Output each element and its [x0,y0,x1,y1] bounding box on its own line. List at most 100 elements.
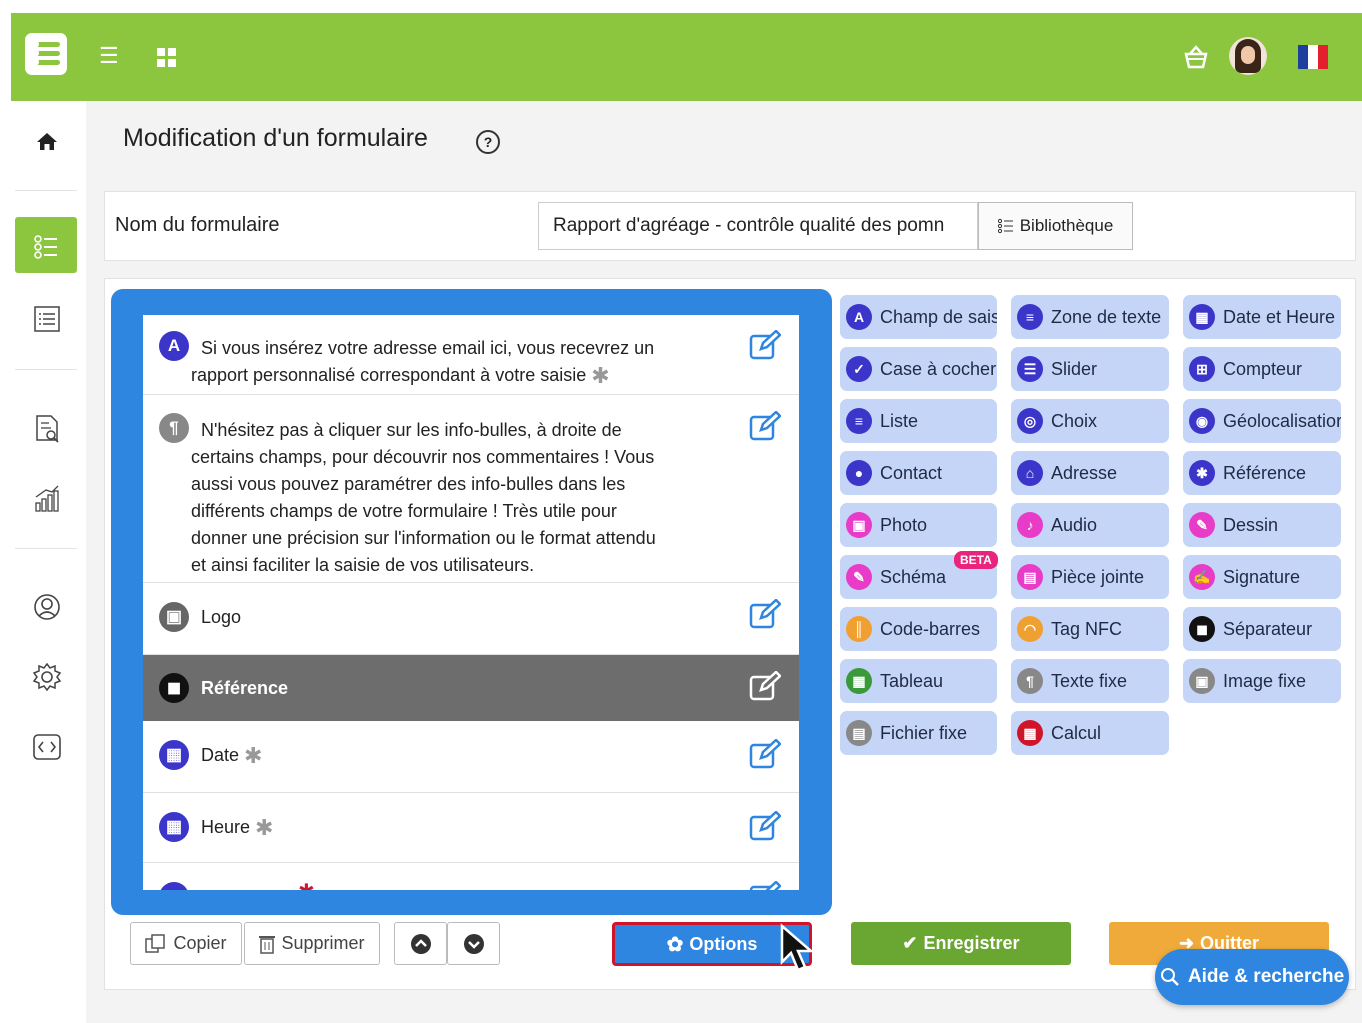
palette-item[interactable]: ◉ Géolocalisatior [1183,399,1341,443]
palette-item-label: Champ de saisi [880,306,997,327]
home-icon[interactable] [11,129,84,153]
library-button[interactable]: Bibliothèque [978,202,1133,250]
field-label-line: certains champs, pour découvrir nos comm… [191,447,655,467]
field-label-line: Si vous insérez votre adresse email ici,… [201,338,655,358]
palette-item[interactable]: ♪ Audio [1011,503,1169,547]
edit-icon[interactable] [749,811,781,841]
palette-item[interactable]: ▦ Tableau [840,659,997,703]
palette-item-label: Date et Heure [1223,306,1336,327]
palette-item[interactable]: ◼ Séparateur [1183,607,1341,651]
edit-icon[interactable] [749,330,781,360]
document-list-icon[interactable] [11,306,84,332]
save-button[interactable]: ✔ Enregistrer [851,922,1071,965]
field-label-line: N'hésitez pas à cliquer sur les info-bul… [201,420,622,440]
field-label-line: donner une précision sur l'information o… [191,528,656,548]
chevron-down-icon [463,933,484,954]
trash-icon [259,935,276,954]
palette-item[interactable]: ✱ Référence [1183,451,1341,495]
palette-item-label: Référence [1223,462,1307,483]
palette-item-label: Choix [1051,410,1098,431]
delete-button[interactable]: Supprimer [244,922,380,965]
field-row-email[interactable]: A Si vous insérez votre adresse email ic… [143,315,799,395]
field-row-reference[interactable]: ◼ Référence [143,655,799,721]
copy-icon [145,933,166,953]
page-title: Modification d'un formulaire [123,124,428,152]
field-row-logo[interactable]: ▣ Logo [143,583,799,655]
palette-item[interactable]: ≡ Zone de texte [1011,295,1169,339]
palette-item-icon: ▦ [846,668,872,694]
palette-item[interactable]: ⊞ Compteur [1183,347,1341,391]
basket-icon[interactable] [1183,45,1209,69]
field-row-text-info[interactable]: ¶ N'hésitez pas à cliquer sur les info-b… [143,395,799,583]
palette-item[interactable]: ║ Code-barres [840,607,997,651]
field-label-line: différents champs de votre formulaire ! … [191,501,617,521]
field-list[interactable]: A Si vous insérez votre adresse email ic… [143,315,799,890]
field-label: Date ✱ [201,742,262,769]
palette-item[interactable]: ▦ Date et Heure [1183,295,1341,339]
user-avatar[interactable] [1229,37,1267,75]
palette-item[interactable]: ▦ Calcul [1011,711,1169,755]
report-search-icon[interactable] [11,415,84,443]
palette-item[interactable]: ≡ Liste [840,399,997,443]
app-logo-icon[interactable] [25,33,67,75]
palette-item[interactable]: ✎ Dessin [1183,503,1341,547]
palette-item-icon: ◼ [1189,616,1215,642]
field-row-partial[interactable]: ✱ [143,863,799,890]
image-icon: ▣ [159,602,189,632]
field-row-date[interactable]: ▦ Date ✱ [143,721,799,793]
palette-item-label: Adresse [1051,462,1118,483]
help-search-label: Aide & recherche [1187,966,1345,987]
palette-item-icon: ☰ [1017,356,1043,382]
palette-item-icon: ║ [846,616,872,642]
check-icon: ✔ [902,933,918,953]
field-label-line: et ainsi faciliter la saisie de vos util… [191,555,535,575]
edit-icon[interactable] [749,411,781,441]
help-search-button[interactable]: Aide & recherche [1155,949,1349,1005]
required-asterisk: ✱ [244,743,263,768]
palette-item[interactable]: ▣ Image fixe [1183,659,1341,703]
move-up-button[interactable] [394,922,447,965]
edit-icon[interactable] [749,599,781,629]
field-label-text: Heure [201,817,251,837]
library-button-label: Bibliothèque [1019,216,1114,235]
field-row-time[interactable]: ▦ Heure ✱ [143,793,799,863]
palette-item-label: Dessin [1223,514,1279,535]
copy-button[interactable]: Copier [130,922,242,965]
paragraph-icon: ¶ [159,413,189,443]
chevron-up-icon [410,933,431,954]
palette-item[interactable]: ☰ Slider [1011,347,1169,391]
grid-icon[interactable] [157,48,177,68]
form-name-input[interactable]: Rapport d'agréage - contrôle qualité des… [538,202,978,250]
palette-item-label: Tableau [880,670,944,691]
list-icon [997,218,1013,234]
help-icon[interactable]: ? [476,130,500,154]
palette-item[interactable]: ✍ Signature [1183,555,1341,599]
palette-item[interactable]: ▤ Fichier fixe [840,711,997,755]
move-down-button[interactable] [447,922,500,965]
statistics-icon[interactable] [11,485,84,513]
palette-item-label: Slider [1051,358,1098,379]
edit-icon[interactable] [749,739,781,769]
palette-item[interactable]: ⌂ Adresse [1011,451,1169,495]
palette-item[interactable]: ◠ Tag NFC [1011,607,1169,651]
palette-item-icon: ⊞ [1189,356,1215,382]
palette-item[interactable]: ¶ Texte fixe [1011,659,1169,703]
french-flag-icon[interactable] [1298,45,1328,69]
palette-item[interactable]: A Champ de saisi [840,295,997,339]
edit-icon[interactable] [749,881,781,890]
palette-item[interactable]: ✓ Case à cocher [840,347,997,391]
palette-item[interactable]: ▤ Pièce jointe [1011,555,1169,599]
field-label-line: rapport personnalisé correspondant à vot… [191,365,587,385]
forms-list-icon [34,235,57,259]
settings-gear-icon[interactable] [11,663,84,691]
palette-item-label: Signature [1223,566,1301,587]
hamburger-menu-icon[interactable]: ☰ [99,45,119,67]
palette-item[interactable]: ● Contact [840,451,997,495]
palette-item[interactable]: ◎ Choix [1011,399,1169,443]
code-icon[interactable] [11,733,84,761]
palette-item[interactable]: ▣ Photo [840,503,997,547]
palette-item-icon: ⌂ [1017,460,1043,486]
user-circle-icon[interactable] [11,593,84,621]
palette-item-label: Contact [880,462,943,483]
edit-icon[interactable] [749,671,781,701]
